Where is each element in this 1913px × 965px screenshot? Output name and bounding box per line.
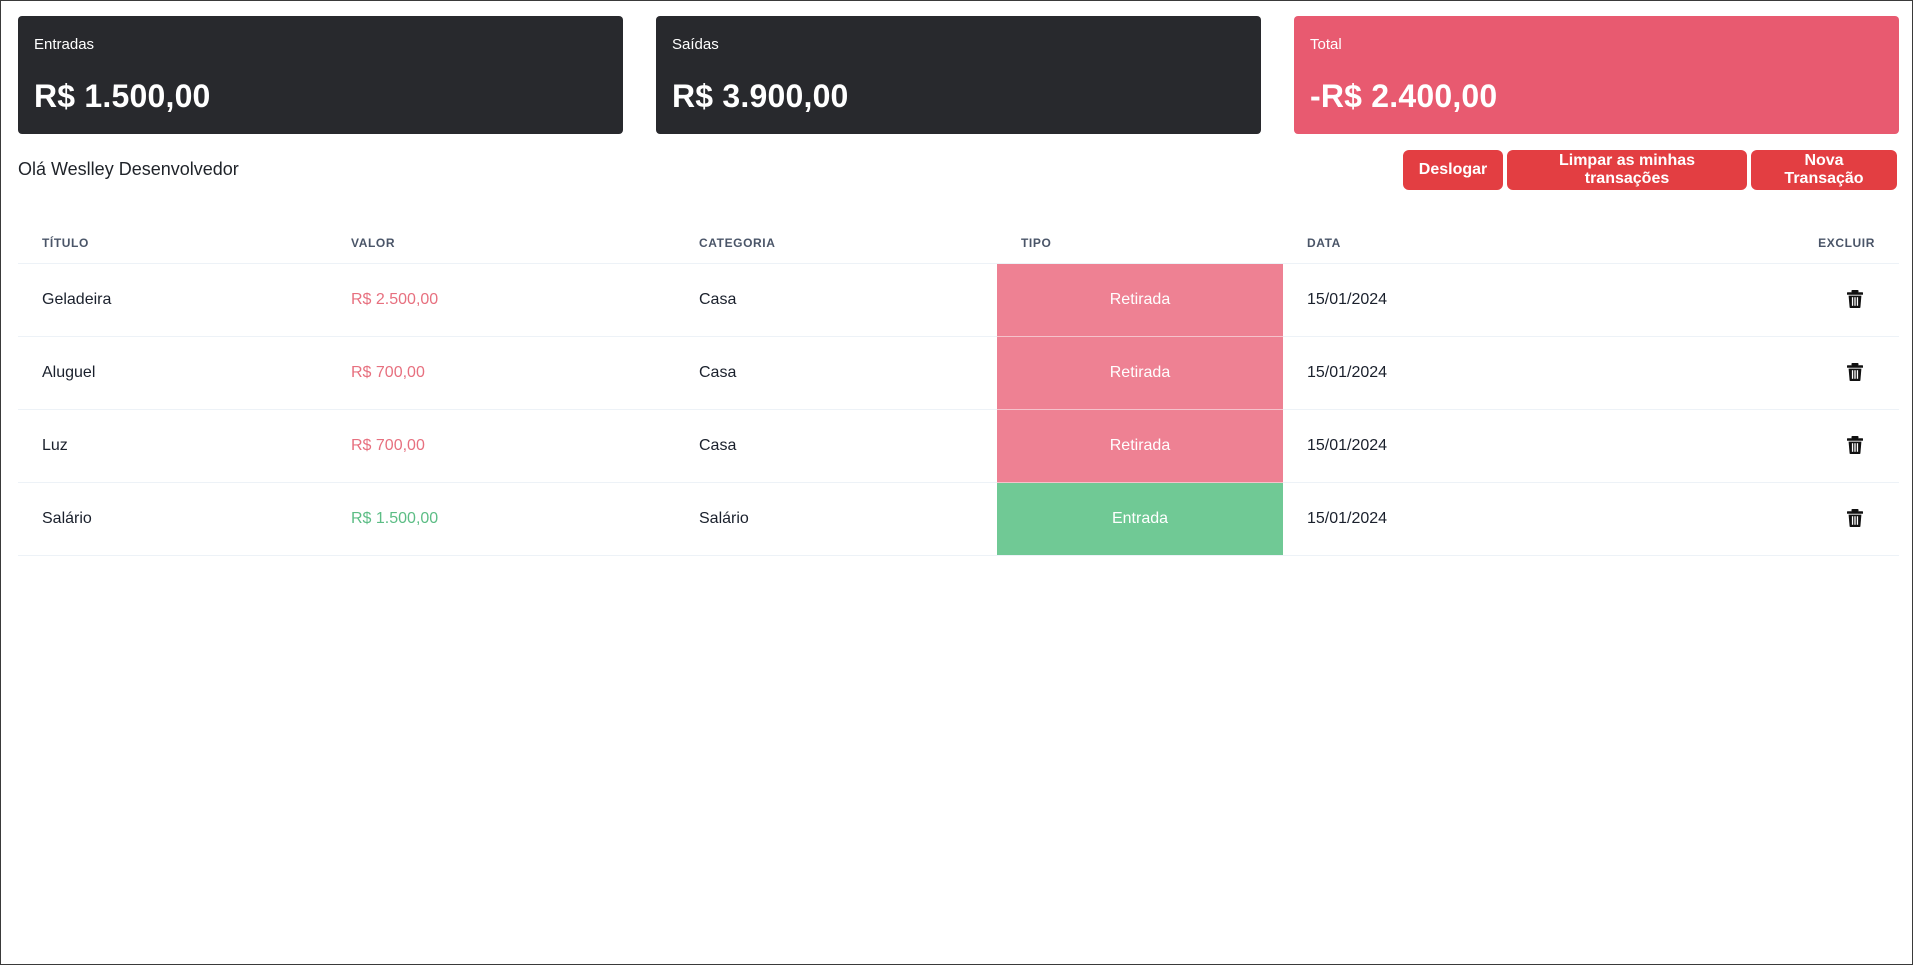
summary-cards: Entradas R$ 1.500,00 Saídas R$ 3.900,00 … (18, 16, 1899, 134)
trash-icon[interactable] (1847, 290, 1863, 309)
total-value: -R$ 2.400,00 (1310, 78, 1498, 114)
total-card: Total -R$ 2.400,00 (1294, 16, 1899, 134)
row-type: Retirada (997, 336, 1283, 410)
trash-icon[interactable] (1847, 363, 1863, 382)
user-greeting: Olá Weslley Desenvolvedor (18, 159, 239, 179)
clear-transactions-button[interactable]: Limpar as minhas transações (1507, 150, 1747, 190)
header-category: Categoria (675, 223, 997, 264)
row-delete-cell (1659, 409, 1899, 483)
header-type: Tipo (997, 223, 1283, 264)
total-label: Total (1310, 36, 1342, 53)
header-date: Data (1283, 223, 1659, 264)
row-category: Casa (675, 409, 997, 483)
trash-icon[interactable] (1847, 436, 1863, 455)
income-card: Entradas R$ 1.500,00 (18, 16, 623, 134)
trash-icon[interactable] (1847, 509, 1863, 528)
expenses-value: R$ 3.900,00 (672, 78, 849, 114)
row-date: 15/01/2024 (1283, 336, 1659, 410)
transactions-table: Título Valor Categoria Tipo Data Excluir… (18, 223, 1899, 556)
row-date: 15/01/2024 (1283, 482, 1659, 556)
row-category: Casa (675, 336, 997, 410)
table-row: Luz R$ 700,00 Casa Retirada 15/01/2024 (18, 409, 1899, 483)
expenses-card: Saídas R$ 3.900,00 (656, 16, 1261, 134)
app-window: Entradas R$ 1.500,00 Saídas R$ 3.900,00 … (0, 0, 1913, 965)
income-label: Entradas (34, 36, 95, 53)
table-row: Geladeira R$ 2.500,00 Casa Retirada 15/0… (18, 263, 1899, 337)
row-value: R$ 2.500,00 (327, 263, 675, 337)
header-value: Valor (327, 223, 675, 264)
table-row: Salário R$ 1.500,00 Salário Entrada 15/0… (18, 482, 1899, 556)
action-buttons: Deslogar Limpar as minhas transações Nov… (1403, 150, 1897, 190)
row-delete-cell (1659, 336, 1899, 410)
header-delete: Excluir (1659, 223, 1899, 264)
row-category: Casa (675, 263, 997, 337)
row-category: Salário (675, 482, 997, 556)
expenses-label: Saídas (672, 36, 719, 53)
row-title: Salário (18, 482, 327, 556)
income-value: R$ 1.500,00 (34, 78, 211, 114)
row-type: Retirada (997, 409, 1283, 483)
row-date: 15/01/2024 (1283, 263, 1659, 337)
row-title: Geladeira (18, 263, 327, 337)
header-title: Título (18, 223, 327, 264)
row-date: 15/01/2024 (1283, 409, 1659, 483)
row-type: Entrada (997, 482, 1283, 556)
row-value: R$ 1.500,00 (327, 482, 675, 556)
row-delete-cell (1659, 263, 1899, 337)
row-delete-cell (1659, 482, 1899, 556)
table-header-row: Título Valor Categoria Tipo Data Excluir (18, 223, 1899, 264)
row-value: R$ 700,00 (327, 409, 675, 483)
row-value: R$ 700,00 (327, 336, 675, 410)
row-type: Retirada (997, 263, 1283, 337)
logout-button[interactable]: Deslogar (1403, 150, 1503, 190)
row-title: Aluguel (18, 336, 327, 410)
row-title: Luz (18, 409, 327, 483)
new-transaction-button[interactable]: Nova Transação (1751, 150, 1897, 190)
table-row: Aluguel R$ 700,00 Casa Retirada 15/01/20… (18, 336, 1899, 410)
